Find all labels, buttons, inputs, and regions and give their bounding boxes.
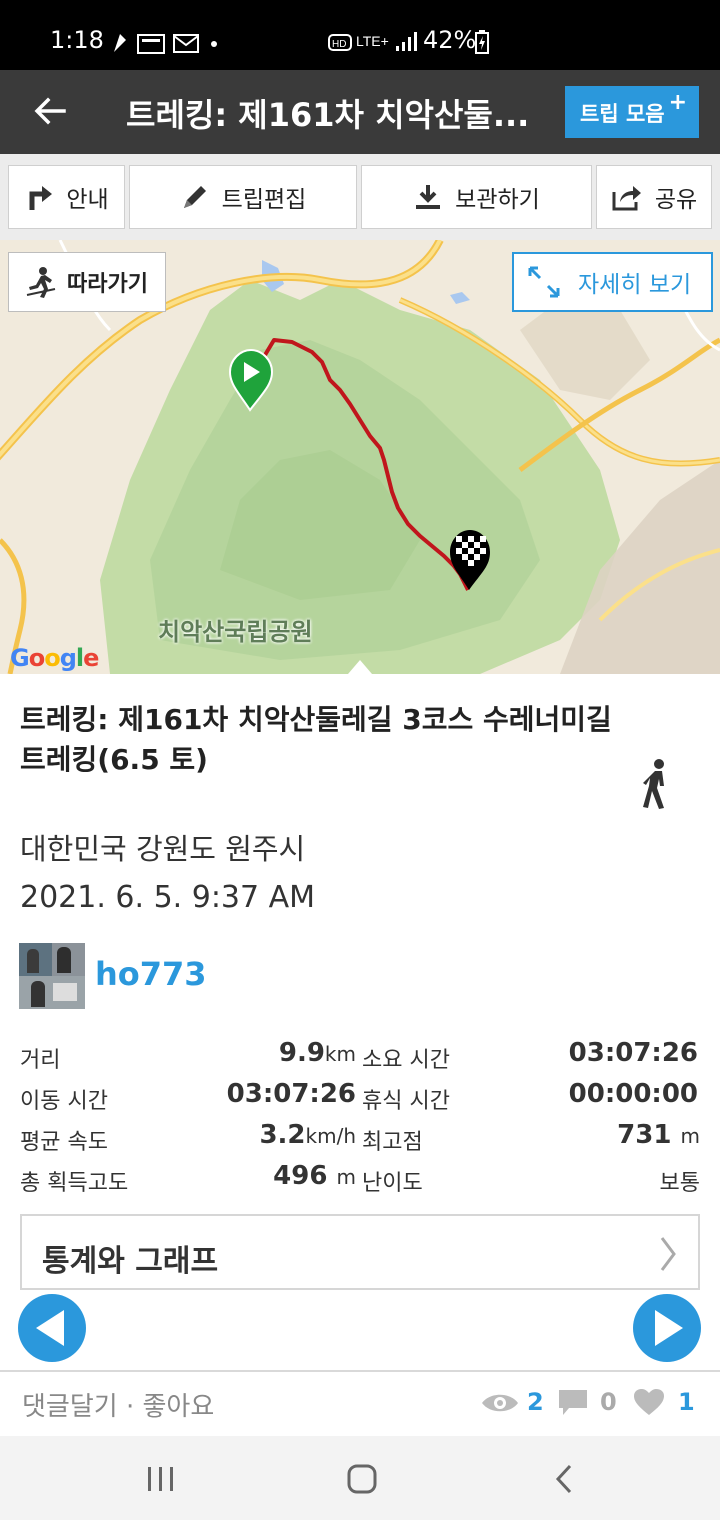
elevation-gain-label: 총 획득고도	[20, 1171, 129, 1196]
divider	[0, 1370, 720, 1372]
highest-point-number: 731	[617, 1120, 672, 1150]
battery-icon	[475, 30, 489, 54]
follow-button[interactable]: 따라가기	[8, 252, 166, 312]
elevation-gain-number: 496	[273, 1161, 328, 1191]
distance-label: 거리	[20, 1048, 61, 1073]
edit-trip-label: 트립편집	[221, 187, 307, 213]
svg-text:HD: HD	[332, 39, 346, 50]
guide-button[interactable]: 안내	[8, 165, 125, 229]
route-map[interactable]: 따라가기 자세히 보기 치악산국립공원 Google	[0, 240, 720, 674]
plus-icon: +	[668, 90, 687, 115]
triangle-right-icon	[655, 1310, 683, 1346]
save-button[interactable]: 보관하기	[361, 165, 592, 229]
distance-unit: km	[324, 1042, 356, 1066]
avg-speed-value: 3.2km/h	[200, 1120, 356, 1150]
arrow-left-icon	[34, 97, 66, 125]
distance-number: 9.9	[278, 1038, 325, 1068]
elevation-gain-value: 496 m	[200, 1161, 356, 1191]
trip-title: 트레킹: 제161차 치악산둘레길 3코스 수레너미길 트레킹(6.5 토)	[20, 703, 612, 776]
heart-icon	[634, 1389, 664, 1415]
hiker-icon	[26, 267, 56, 298]
trip-location: 대한민국 강원도 원주시	[20, 832, 306, 866]
download-icon	[416, 185, 441, 209]
trip-collection-button[interactable]: 트립 모음 +	[565, 86, 699, 138]
share-button[interactable]: 공유	[596, 165, 712, 229]
detail-view-button[interactable]: 자세히 보기	[512, 252, 713, 312]
duration-value: 03:07:26	[568, 1038, 698, 1068]
status-time: 1:18	[50, 26, 104, 54]
expand-icon	[528, 266, 560, 298]
follow-label: 따라가기	[67, 272, 148, 297]
highest-point-unit: m	[680, 1124, 700, 1148]
moving-time-label: 이동 시간	[20, 1089, 108, 1114]
google-logo: Google	[10, 644, 99, 672]
system-nav-bar	[0, 1436, 720, 1520]
stats-graph-button[interactable]: 통계와 그래프	[20, 1214, 700, 1290]
recent-apps-icon[interactable]	[146, 1466, 176, 1492]
detail-view-label: 자세히 보기	[578, 272, 692, 298]
stats-graph-label: 통계와 그래프	[42, 1244, 219, 1279]
view-count: 2	[527, 1388, 544, 1416]
app-bar: 트레킹: 제161차 치악산둘... 트립 모음 +	[0, 70, 720, 154]
difficulty-label: 난이도	[362, 1171, 423, 1196]
network-type: LTE+	[356, 33, 389, 49]
comment-like-link[interactable]: 댓글달기 · 좋아요	[22, 1386, 214, 1423]
guide-label: 안내	[66, 187, 109, 213]
rest-time-value: 00:00:00	[568, 1079, 698, 1109]
comment-count: 0	[600, 1388, 617, 1416]
status-bar: 1:18 HD LTE+ 42%	[0, 0, 720, 70]
trip-datetime: 2021. 6. 5. 9:37 AM	[20, 880, 316, 915]
map-park-label: 치악산국립공원	[158, 618, 313, 646]
difficulty-value: 보통	[659, 1171, 700, 1196]
share-icon	[612, 186, 641, 211]
signal-icons: HD LTE+	[328, 32, 417, 51]
back-button[interactable]	[28, 86, 72, 136]
trip-collection-label: 트립 모음	[580, 102, 665, 126]
elevation-gain-unit: m	[336, 1165, 356, 1189]
distance-value: 9.9km	[200, 1038, 356, 1068]
walking-icon	[643, 759, 664, 809]
triangle-left-icon	[36, 1310, 64, 1346]
duration-label: 소요 시간	[362, 1048, 450, 1073]
page-title: 트레킹: 제161차 치악산둘...	[126, 96, 526, 134]
avg-speed-label: 평균 속도	[20, 1130, 108, 1155]
back-nav-icon[interactable]	[552, 1464, 576, 1494]
highest-point-value: 731 m	[520, 1120, 700, 1150]
eye-icon	[482, 1394, 518, 1412]
home-icon[interactable]	[346, 1464, 378, 1494]
battery-level: 42%	[423, 26, 477, 54]
chevron-right-icon	[660, 1237, 676, 1271]
username-link[interactable]: ho773	[95, 955, 207, 993]
action-toolbar: 안내 트립편집 보관하기 공유	[0, 154, 720, 240]
share-label: 공유	[654, 187, 698, 213]
avatar[interactable]	[19, 943, 85, 1009]
moving-time-value: 03:07:26	[226, 1079, 356, 1109]
previous-trip-button[interactable]	[18, 1294, 86, 1362]
notification-icons	[114, 34, 217, 54]
edit-trip-button[interactable]: 트립편집	[129, 165, 357, 229]
like-count: 1	[678, 1388, 695, 1416]
pencil-icon	[183, 186, 206, 208]
highest-point-label: 최고점	[362, 1130, 423, 1155]
avg-speed-number: 3.2	[259, 1120, 306, 1150]
save-label: 보관하기	[455, 187, 540, 213]
avg-speed-unit: km/h	[305, 1124, 356, 1148]
turn-right-icon	[29, 186, 53, 210]
next-trip-button[interactable]	[633, 1294, 701, 1362]
rest-time-label: 휴식 시간	[362, 1089, 450, 1114]
comment-icon	[559, 1390, 587, 1415]
